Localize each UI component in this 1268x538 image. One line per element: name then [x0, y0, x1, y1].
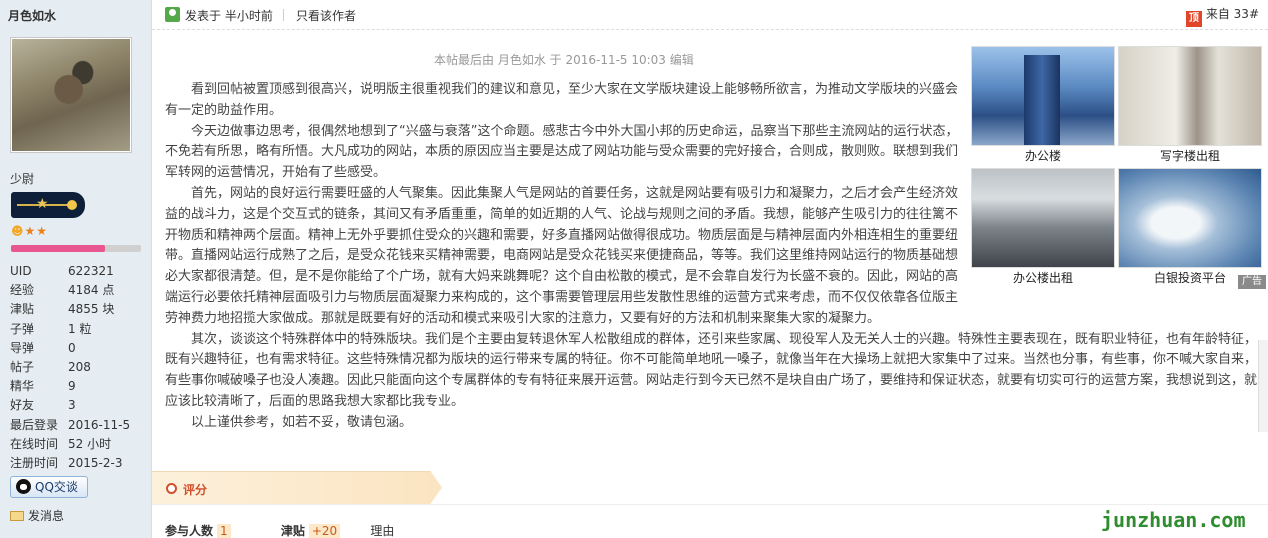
stat-label: 子弹 [10, 321, 35, 336]
post-header: 发表于 半小时前 只看该作者 顶来自 33# [152, 0, 1268, 30]
sun-icon: ☻ [11, 224, 25, 238]
rating-header: 评分 [152, 471, 442, 504]
user-stat-row: 在线时间 52 小时 [10, 435, 130, 454]
user-stat-row: 子弹 1 粒 [10, 320, 130, 339]
rank-title: 少尉 [10, 172, 35, 186]
author-name[interactable]: 月色如水 [8, 7, 56, 24]
stat-value[interactable]: 52 小时 [68, 437, 111, 451]
post-time: 发表于 半小时前 [185, 9, 273, 23]
stat-label: 经验 [10, 283, 35, 298]
avatar[interactable] [10, 37, 132, 153]
paragraph: 其次，谈谈这个特殊群体中的特殊版块。我们是个主要由复转退休军人松散组成的群体，还… [165, 331, 1258, 409]
stat-value[interactable]: 2016-11-5 [68, 418, 130, 432]
side-scroll-tab[interactable] [1258, 340, 1268, 432]
rating-summary: 参与人数 1 津贴 +20 理由 [165, 524, 395, 538]
stat-label: UID [10, 264, 32, 278]
only-author-link[interactable]: 只看该作者 [296, 7, 356, 24]
qq-icon [16, 479, 31, 494]
site-watermark: junzhuan.com [1101, 508, 1246, 532]
user-stat-row: 精华 9 [10, 377, 130, 396]
rating-icon [166, 483, 177, 494]
user-panel: 月色如水 少尉 ★ ☻★★ UID 622321 经验 4184 点津贴 4855 块子… [0, 0, 152, 538]
qq-chat-button[interactable]: QQ交谈 [10, 476, 88, 498]
stat-label: 津贴 [10, 302, 35, 317]
stat-label: 精华 [10, 379, 35, 394]
top-icon: 顶 [1185, 11, 1202, 27]
star-icon: ★ [36, 224, 49, 238]
paragraph: 以上谨供参考，如若不妥，敬请包涵。 [191, 414, 413, 430]
user-stat-row: 经验 4184 点 [10, 281, 130, 300]
stat-value[interactable]: 9 [68, 379, 76, 393]
envelope-icon [10, 511, 24, 521]
user-stat-row: 最后登录 2016-11-5 [10, 416, 130, 435]
user-stat-row: 帖子 208 [10, 358, 130, 377]
post-content: 看到回帖被置顶感到很高兴，说明版主很重视我们的建议和意见，至少大家在文学版块建设… [165, 80, 1259, 434]
user-stat-row: 好友 3 [10, 396, 130, 415]
participants-count[interactable]: 1 [217, 524, 231, 538]
rank-insignia-icon: ★ [11, 192, 85, 218]
stat-value[interactable]: 622321 [68, 264, 114, 278]
stat-value[interactable]: 2015-2-3 [68, 456, 122, 470]
allowance-total: +20 [308, 524, 341, 538]
stat-value[interactable]: 208 [68, 360, 91, 374]
star-icon: ★ [24, 224, 37, 238]
level-stars: ☻★★ [11, 224, 48, 238]
stat-label: 注册时间 [10, 455, 59, 470]
user-stat-row: 津贴 4855 块 [10, 300, 130, 319]
stat-label: 在线时间 [10, 436, 59, 451]
send-message-link[interactable]: 发消息 [10, 507, 64, 524]
stat-label: 帖子 [10, 359, 35, 374]
stat-value[interactable]: 4855 块 [68, 302, 114, 316]
stat-label: 好友 [10, 398, 35, 413]
rating-title: 评分 [183, 483, 208, 497]
divider [283, 9, 284, 21]
stat-value[interactable]: 3 [68, 398, 76, 412]
floor-number[interactable]: 顶来自 33# [1185, 5, 1259, 27]
stat-label: 导弹 [10, 340, 35, 355]
stat-value[interactable]: 1 粒 [68, 322, 91, 336]
user-stat-row: 注册时间 2015-2-3 [10, 454, 130, 473]
user-stats: UID 622321 经验 4184 点津贴 4855 块子弹 1 粒导弹 0 帖子 208 精华… [10, 262, 130, 473]
edit-note: 本帖最后由 月色如水 于 2016-11-5 10:03 编辑 [434, 53, 694, 67]
stat-value[interactable]: 0 [68, 341, 76, 355]
user-stat-row: 导弹 0 [10, 339, 130, 358]
level-progress [11, 245, 141, 252]
user-online-icon [165, 7, 180, 22]
stat-value[interactable]: 4184 点 [68, 283, 114, 297]
stat-label: 最后登录 [10, 417, 59, 432]
divider [152, 504, 1268, 505]
user-stat-row: UID 622321 [10, 262, 130, 281]
